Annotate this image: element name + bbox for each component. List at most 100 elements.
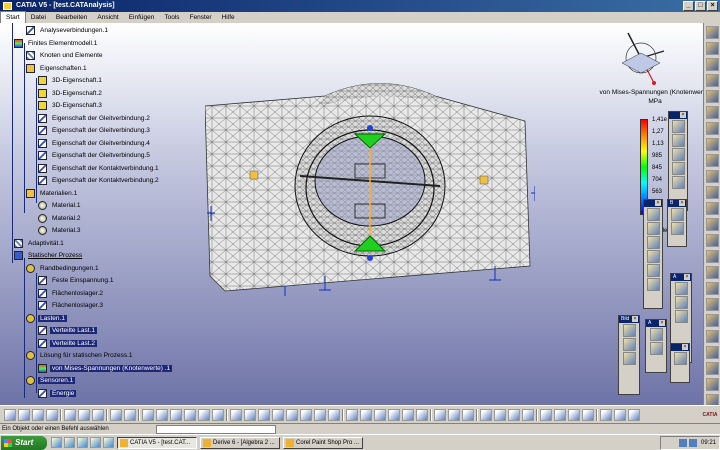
toolbar-button[interactable] — [706, 346, 719, 359]
toolbar-button[interactable] — [18, 408, 30, 421]
tree-node[interactable]: Knoten und Elemente — [26, 50, 105, 61]
toolbar-button[interactable] — [706, 250, 719, 263]
tree-node[interactable]: Materialien.1 — [26, 188, 79, 199]
quicklaunch-icon[interactable] — [77, 437, 88, 448]
toolbar-button[interactable] — [110, 408, 122, 421]
3d-viewport[interactable]: Analyseverbindungen.1 Finites Elementmode… — [0, 23, 720, 405]
tool-button[interactable] — [670, 208, 684, 221]
tray-icon[interactable] — [678, 439, 687, 447]
toolbar-button[interactable] — [402, 408, 414, 421]
toolbar-button[interactable] — [374, 408, 386, 421]
tree-node[interactable]: Eigenschaften.1 — [26, 63, 89, 74]
tree-node[interactable]: Flächenloslager.3 — [38, 300, 105, 311]
tree-node[interactable]: Flächenloslager.2 — [38, 288, 105, 299]
toolbar-button[interactable] — [448, 408, 460, 421]
close-icon[interactable]: × — [684, 274, 690, 280]
toolbar-button[interactable] — [706, 314, 719, 327]
toolbar-button[interactable] — [600, 408, 612, 421]
toolbar-button[interactable] — [328, 408, 340, 421]
post-processing-palette[interactable]: × — [668, 111, 688, 211]
menu-hilfe[interactable]: Hilfe — [217, 12, 240, 23]
toolbar-button[interactable] — [92, 408, 104, 421]
toolbar-button[interactable] — [706, 234, 719, 247]
tool-button[interactable] — [670, 222, 684, 235]
tree-node[interactable]: Statischer Prozess — [14, 250, 84, 261]
toolbar-button[interactable] — [462, 408, 474, 421]
tool-button[interactable] — [671, 134, 685, 147]
toolbar-button[interactable] — [568, 408, 580, 421]
tree-node[interactable]: Eigenschaft der Gleitverbindung.2 — [38, 113, 152, 124]
toolbar-button[interactable] — [388, 408, 400, 421]
toolbar-button[interactable] — [64, 408, 76, 421]
close-icon[interactable]: × — [659, 320, 665, 326]
tool-button[interactable] — [649, 328, 663, 341]
toolbar-button[interactable] — [554, 408, 566, 421]
tree-node[interactable]: Sensoren.1 — [26, 375, 76, 386]
menu-fenster[interactable]: Fenster — [185, 12, 217, 23]
close-icon[interactable]: × — [655, 200, 661, 206]
tool-button[interactable] — [646, 278, 660, 291]
close-icon[interactable]: × — [682, 344, 688, 350]
analysis-tools-palette[interactable]: A × — [645, 319, 667, 373]
analysis-palette[interactable]: × — [643, 199, 663, 309]
toolbar-button[interactable] — [706, 378, 719, 391]
close-icon[interactable]: × — [632, 316, 638, 322]
menu-tools[interactable]: Tools — [159, 12, 184, 23]
quicklaunch-icon[interactable] — [103, 437, 114, 448]
toolbar-button[interactable] — [124, 408, 136, 421]
toolbar-button[interactable] — [706, 218, 719, 231]
toolbar-button[interactable] — [198, 408, 210, 421]
tool-button[interactable] — [646, 222, 660, 235]
tree-node[interactable]: Adaptivität.1 — [14, 238, 66, 249]
toolbar-button[interactable] — [706, 90, 719, 103]
toolbar-button[interactable] — [508, 408, 520, 421]
tool-button[interactable] — [671, 176, 685, 189]
toolbar-button[interactable] — [706, 42, 719, 55]
tool-button[interactable] — [622, 338, 636, 351]
start-button[interactable]: Start — [1, 435, 47, 450]
quicklaunch-icon[interactable] — [51, 437, 62, 448]
toolbar-button[interactable] — [212, 408, 224, 421]
menu-datei[interactable]: Datei — [26, 12, 51, 23]
tool-button[interactable] — [674, 282, 688, 295]
toolbar-button[interactable] — [706, 330, 719, 343]
toolbar-button[interactable] — [32, 408, 44, 421]
tree-node[interactable]: Randbedingungen.1 — [26, 263, 101, 274]
tool-button[interactable] — [646, 264, 660, 277]
tool-button[interactable] — [646, 208, 660, 221]
toolbar-button[interactable] — [706, 122, 719, 135]
tool-button[interactable] — [671, 148, 685, 161]
tree-node[interactable]: Material.1 — [38, 200, 83, 211]
tree-node[interactable]: Feste Einspannung.1 — [38, 275, 115, 286]
tree-node[interactable]: Material.3 — [38, 225, 83, 236]
menu-bearbeiten[interactable]: Bearbeiten — [51, 12, 92, 23]
toolbar-button[interactable] — [614, 408, 626, 421]
tree-node[interactable]: 3D-Eigenschaft.1 — [38, 75, 104, 86]
toolbar-button[interactable] — [156, 408, 168, 421]
tool-button[interactable] — [674, 296, 688, 309]
toolbar-button[interactable] — [170, 408, 182, 421]
toolbar-button[interactable] — [706, 138, 719, 151]
toolbar-button[interactable] — [706, 362, 719, 375]
toolbar-button[interactable] — [416, 408, 428, 421]
toolbar-button[interactable] — [300, 408, 312, 421]
quicklaunch-icon[interactable] — [90, 437, 101, 448]
tool-button[interactable] — [671, 162, 685, 175]
tree-node[interactable]: von Mises-Spannungen (Knotenwerte) .1 — [38, 363, 173, 374]
toolbar-button[interactable] — [540, 408, 552, 421]
tree-node[interactable]: Eigenschaft der Gleitverbindung.4 — [38, 138, 152, 149]
toolbar-button[interactable] — [706, 74, 719, 87]
toolbar-button[interactable] — [706, 282, 719, 295]
tool-button[interactable] — [674, 310, 688, 323]
toolbar-button[interactable] — [230, 408, 242, 421]
toolbar-button[interactable] — [706, 106, 719, 119]
toolbar-button[interactable] — [360, 408, 372, 421]
tool-button[interactable] — [673, 352, 687, 365]
tool-button[interactable] — [622, 324, 636, 337]
toolbar-button[interactable] — [522, 408, 534, 421]
close-icon[interactable]: × — [680, 112, 686, 118]
tree-node[interactable]: Verteilte Last.2 — [38, 338, 97, 349]
toolbar-button[interactable] — [272, 408, 284, 421]
tree-node[interactable]: Energie — [38, 388, 77, 399]
tree-node[interactable]: 3D-Eigenschaft.3 — [38, 100, 104, 111]
